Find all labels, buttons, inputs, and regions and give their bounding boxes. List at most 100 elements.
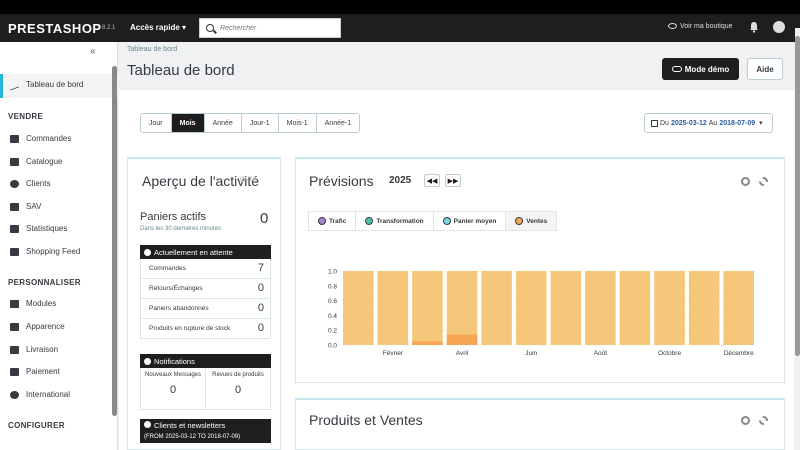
sidebar-item-stats[interactable]: Statistiques [10,224,67,233]
bar-0-juin[interactable] [515,271,547,345]
page-scrollbar[interactable] [795,28,800,450]
sidebar-item-appearance[interactable]: Apparence [10,322,65,331]
period-day[interactable]: Jour [141,114,172,132]
bar-0-mar[interactable] [412,271,443,345]
forecast-card: Prévisions 2025 ◀◀ ▶▶ Trafic Transformat… [295,157,785,383]
pending-header: Actuellement en attente [140,245,271,259]
sidebar-item-orders[interactable]: Commandes [10,134,71,143]
refresh-icon[interactable] [759,177,768,186]
collapse-sidebar-icon[interactable]: « [90,46,96,57]
pending-label: Commandes [149,265,186,272]
pending-returns[interactable]: Retours/Échanges 0 [140,279,271,299]
period-month[interactable]: Mois [171,114,205,132]
sidebar-item-payment[interactable]: Paiement [10,367,60,376]
bar-0-juil[interactable] [550,271,582,345]
bar-0-avril[interactable] [446,271,478,345]
gear-icon[interactable] [741,177,750,186]
y-tick-label: 0.2 [328,328,337,335]
notif-messages[interactable]: Nouveaux Messages 0 [141,368,206,409]
tab-sales[interactable]: Ventes [506,212,557,230]
demo-mode-button[interactable]: Mode démo [662,58,739,80]
sidebar-label: Apparence [26,322,65,331]
clock-icon [144,248,151,256]
bar-0-décembre[interactable] [723,271,754,345]
demo-mode-label: Mode démo [684,64,730,74]
products-sales-title: Produits et Ventes [309,412,423,428]
puzzle-icon [10,299,19,308]
tab-traffic[interactable]: Trafic [309,212,357,230]
store-icon [10,157,19,166]
tab-average-cart[interactable]: Panier moyen [434,212,507,230]
y-tick-label: 0.8 [328,283,337,290]
sidebar-item-customers[interactable]: Clients [10,179,50,188]
sidebar-item-international[interactable]: International [10,390,70,399]
page-scrollbar-thumb[interactable] [795,36,800,356]
notif-value: 0 [169,384,177,396]
sidebar: « Tableau de bord VENDRE Commandes Catal… [0,42,118,450]
next-year-button[interactable]: ▶▶ [445,174,461,187]
bar-0-jan[interactable] [343,271,374,345]
bar-0-août[interactable] [585,271,616,345]
prev-year-button[interactable]: ◀◀ [424,174,440,187]
sidebar-item-modules[interactable]: Modules [10,299,56,308]
feed-icon [10,247,19,256]
sidebar-label: Paiement [26,367,60,376]
traffic-icon [318,217,326,225]
pending-orders[interactable]: Commandes 7 [140,259,271,279]
bar-1-mar[interactable] [412,341,443,345]
period-month-1[interactable]: Mois-1 [278,114,317,132]
bar-0-octobre[interactable] [654,271,685,345]
brand-logo[interactable]: PRESTASHOP [8,21,102,36]
x-tick-label: Octobre [658,350,682,357]
sidebar-label: Statistiques [26,224,68,233]
sidebar-label: Livraison [26,345,59,354]
search-input[interactable] [220,22,335,35]
toggle-icon [671,66,682,72]
bar-0-février[interactable] [377,271,409,345]
search-box[interactable] [199,18,341,38]
bar-0-nov[interactable] [688,271,720,345]
sidebar-item-catalog[interactable]: Catalogue [10,157,62,166]
pending-value: 0 [257,322,264,334]
sidebar-item-support[interactable]: SAV [10,202,41,211]
sidebar-label: Shopping Feed [26,247,81,256]
version-label: 8.2.1 [102,25,116,31]
gear-icon[interactable] [741,416,750,425]
view-shop-label: Voir ma boutique [680,23,733,30]
x-tick-label: Décembre [724,350,754,357]
conversion-icon [365,217,374,225]
sidebar-label: International [26,390,71,399]
bell-icon[interactable] [749,21,759,33]
period-year-1[interactable]: Année-1 [316,114,360,132]
period-year[interactable]: Année [204,114,242,132]
notif-reviews[interactable]: Revues de produits 0 [206,368,270,409]
bar-0-sep[interactable] [619,271,651,345]
refresh-icon[interactable] [759,416,768,425]
card-icon [10,367,19,376]
trend-icon [10,78,19,91]
sidebar-item-dashboard-label[interactable]: Tableau de bord [10,78,83,91]
help-button[interactable]: Aide [747,58,783,80]
tab-label: Trafic [329,217,347,225]
sidebar-item-shopping-feed[interactable]: Shopping Feed [10,247,80,256]
date-range-picker[interactable]: Du 2025-03-12 Au 2018-07-09 ▾ [644,113,773,133]
tab-conversion[interactable]: Transformation [356,212,434,230]
y-tick-label: 1.0 [328,269,337,276]
sidebar-section-sell: VENDRE [8,112,44,121]
quick-access-menu[interactable]: Accès rapide ▾ [130,23,186,32]
activity-config-icons[interactable]: ⚙ ↻ [239,175,255,184]
sidebar-scrollbar[interactable] [112,66,117,416]
x-tick-label: Juin [525,350,537,357]
breadcrumb[interactable]: Tableau de bord [127,46,177,53]
sidebar-label: Clients [26,179,51,188]
sidebar-item-shipping[interactable]: Livraison [10,345,58,354]
info-icon [144,357,151,365]
pending-out-of-stock[interactable]: Produits en rupture de stock 0 [140,319,271,339]
search-icon [206,24,214,32]
bar-1-avril[interactable] [446,334,478,345]
bar-0-mai[interactable] [481,271,512,345]
user-avatar-icon[interactable] [773,21,785,33]
period-day-1[interactable]: Jour-1 [241,114,279,132]
pending-abandoned-carts[interactable]: Paniers abandonnés 0 [140,299,271,319]
view-shop-link[interactable]: Voir ma boutique [668,23,733,30]
